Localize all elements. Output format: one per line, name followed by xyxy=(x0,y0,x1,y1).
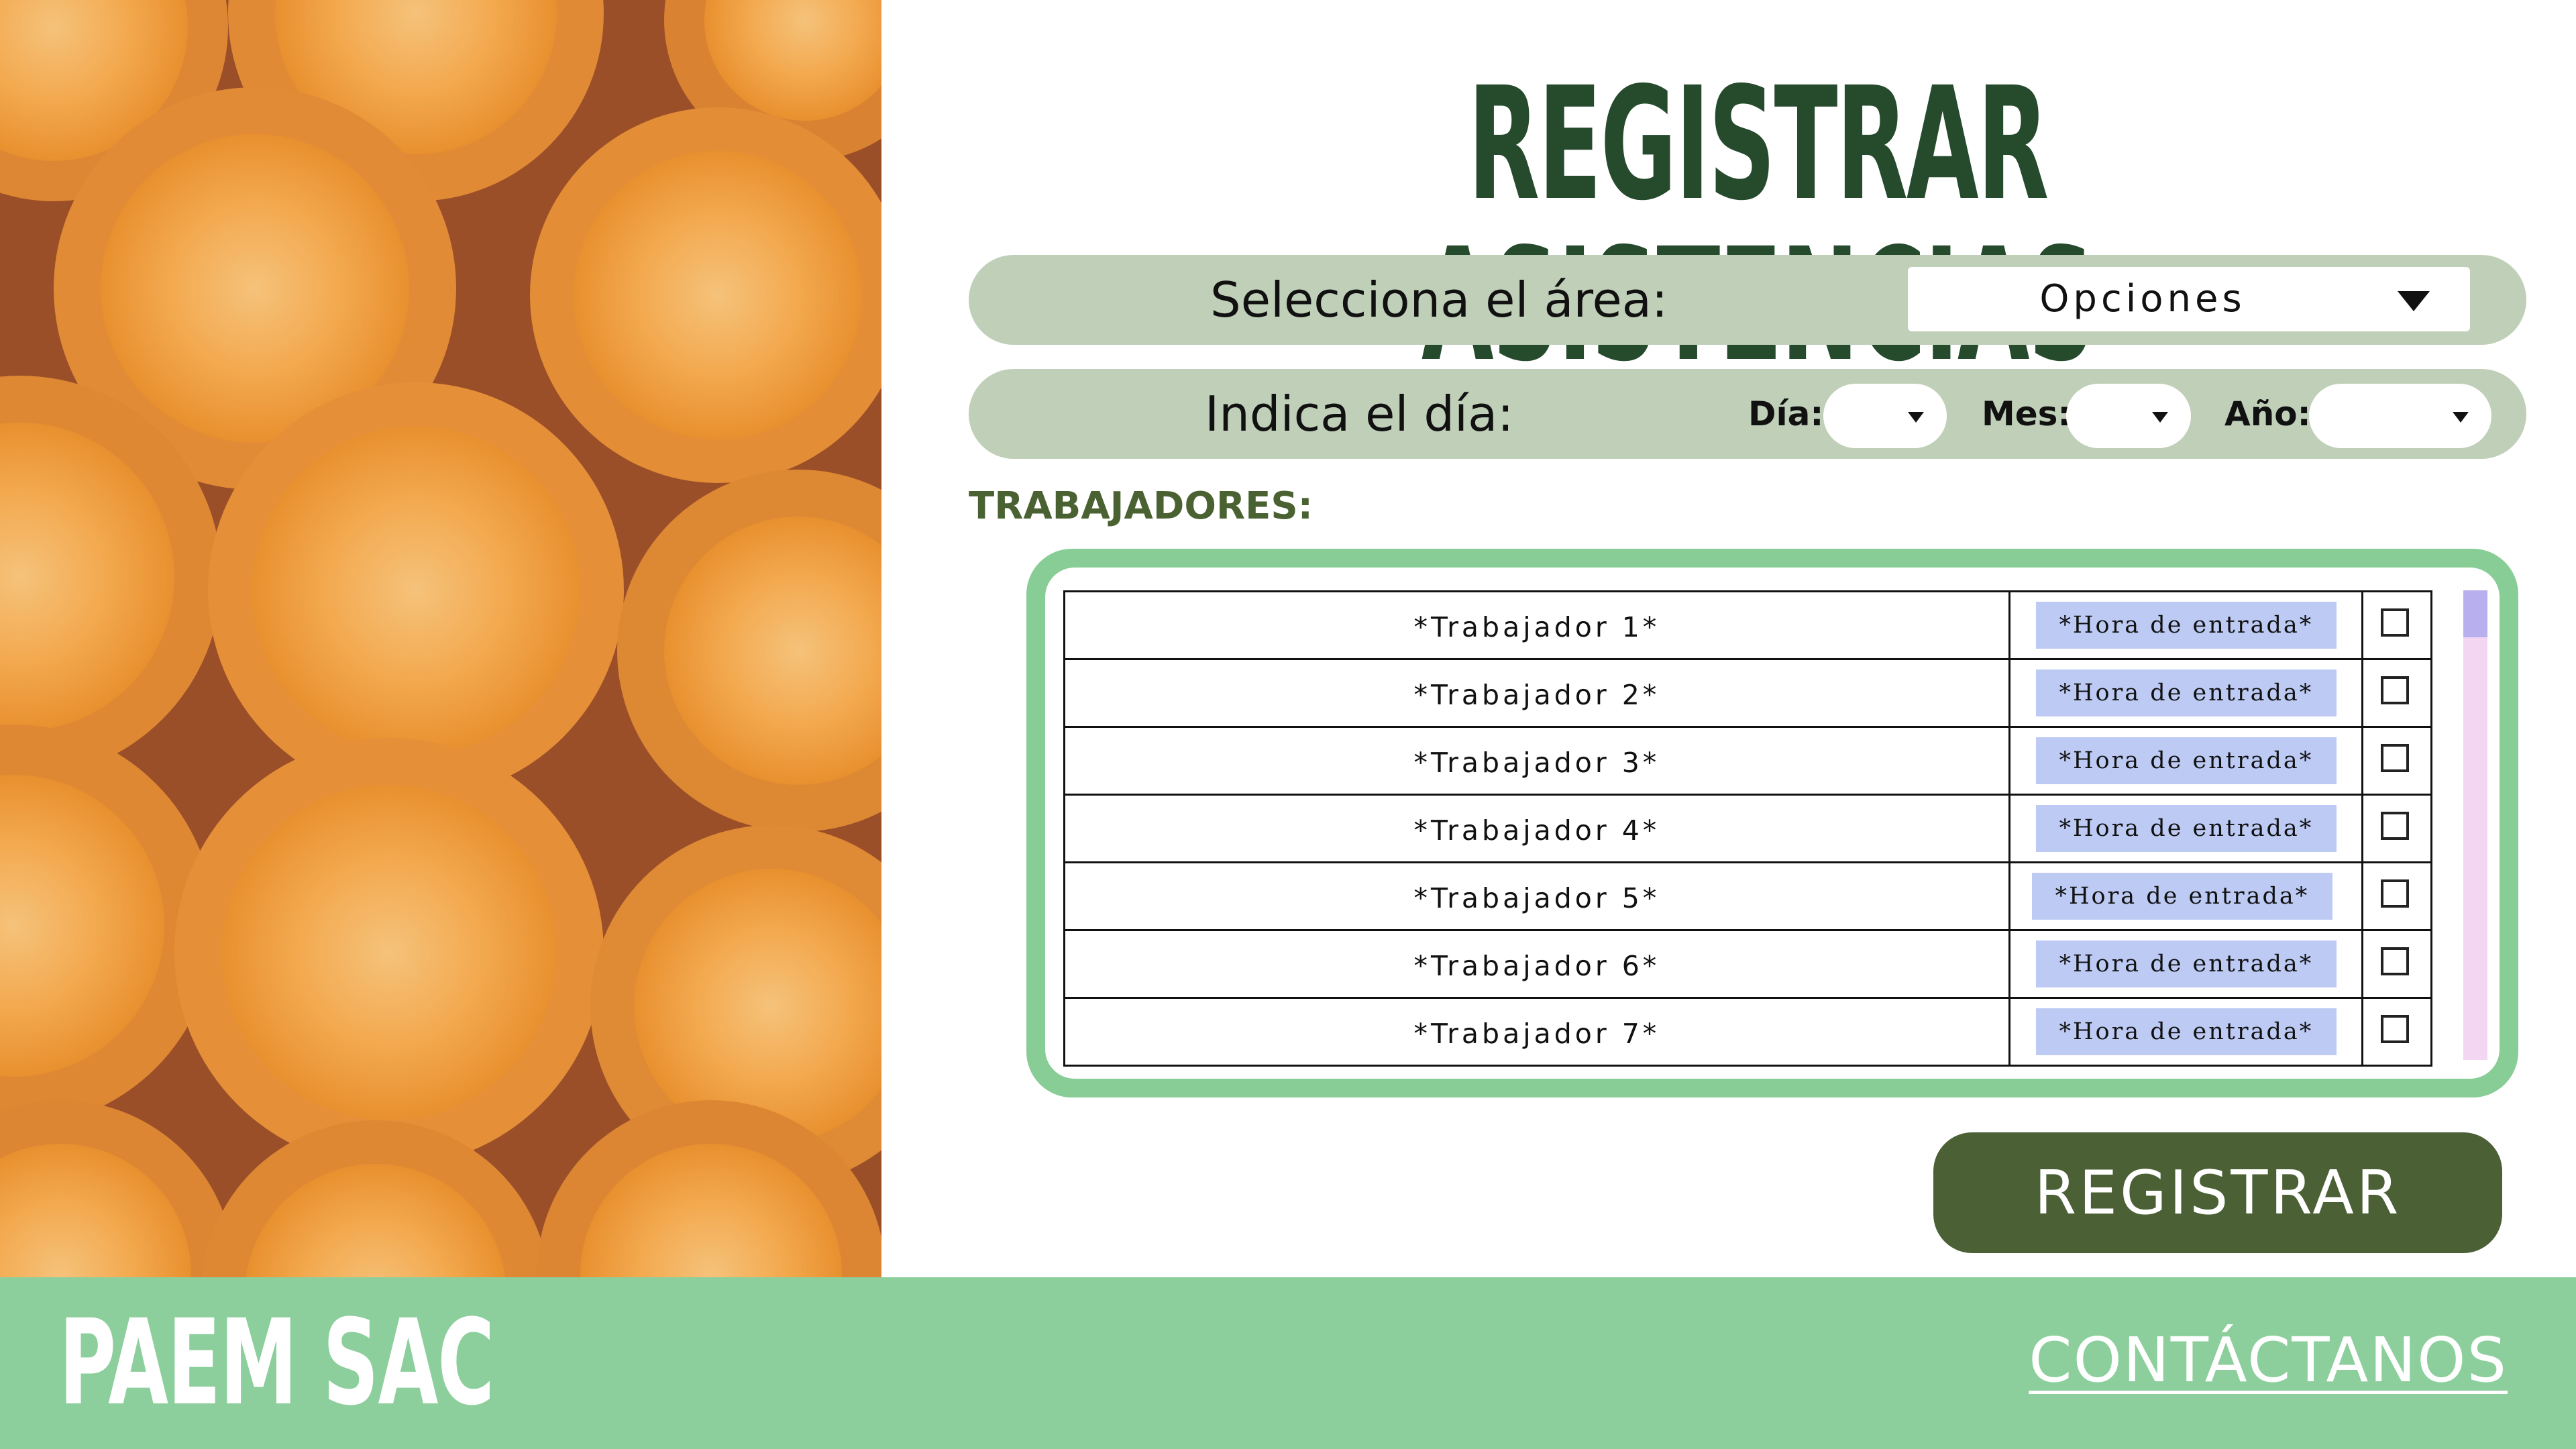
worker-name: *Trabajador 3* xyxy=(1413,747,1660,779)
attendance-check-cell xyxy=(2363,728,2430,794)
entry-time-cell: *Hora de entrada* xyxy=(2010,728,2364,794)
triangle-down-icon xyxy=(2152,412,2168,423)
worker-name-cell: *Trabajador 3* xyxy=(1065,728,2010,794)
entry-time-cell: *Hora de entrada* xyxy=(2010,592,2364,658)
worker-name-cell: *Trabajador 4* xyxy=(1065,796,2010,861)
checkbox-icon[interactable] xyxy=(2381,1015,2410,1043)
area-label: Selecciona el área: xyxy=(1210,272,1668,328)
entry-time-field[interactable]: *Hora de entrada* xyxy=(2035,737,2337,784)
worker-name: *Trabajador 7* xyxy=(1413,1018,1660,1050)
entry-time-cell: *Hora de entrada* xyxy=(2010,863,2364,929)
table-row: *Trabajador 5* *Hora de entrada* xyxy=(1065,863,2430,931)
table-row: *Trabajador 3* *Hora de entrada* xyxy=(1065,728,2430,796)
area-selector-bar: Selecciona el área: Opciones xyxy=(969,255,2526,345)
oranges-photo xyxy=(0,0,881,1277)
triangle-down-icon xyxy=(2453,412,2469,423)
workers-table: *Trabajador 1* *Hora de entrada* *Trabaj… xyxy=(1063,590,2432,1067)
entry-time-cell: *Hora de entrada* xyxy=(2010,999,2364,1065)
entry-time-field[interactable]: *Hora de entrada* xyxy=(2035,669,2337,716)
worker-name-cell: *Trabajador 2* xyxy=(1065,660,2010,726)
brand-logo-text: PAEM SAC xyxy=(59,1294,494,1432)
checkbox-icon[interactable] xyxy=(2381,947,2410,975)
attendance-check-cell xyxy=(2363,999,2430,1065)
entry-time-field[interactable]: *Hora de entrada* xyxy=(2035,602,2337,649)
table-row: *Trabajador 4* *Hora de entrada* xyxy=(1065,796,2430,863)
worker-name-cell: *Trabajador 6* xyxy=(1065,931,2010,997)
entry-time-field[interactable]: *Hora de entrada* xyxy=(2035,805,2337,852)
month-label: Mes: xyxy=(1982,394,2072,433)
checkbox-icon[interactable] xyxy=(2381,608,2410,637)
attendance-check-cell xyxy=(2363,660,2430,726)
date-selector-bar: Indica el día: Día: Mes: Año: xyxy=(969,369,2526,459)
contact-link[interactable]: CONTÁCTANOS xyxy=(2029,1324,2508,1396)
year-select[interactable] xyxy=(2309,384,2491,448)
table-row: *Trabajador 6* *Hora de entrada* xyxy=(1065,931,2430,999)
worker-name: *Trabajador 4* xyxy=(1413,814,1660,847)
entry-time-field[interactable]: *Hora de entrada* xyxy=(2035,941,2337,987)
attendance-check-cell xyxy=(2363,796,2430,861)
register-button[interactable]: REGISTRAR xyxy=(1933,1132,2502,1253)
worker-name: *Trabajador 1* xyxy=(1413,611,1660,643)
worker-name-cell: *Trabajador 5* xyxy=(1065,863,2010,929)
table-scrollbar[interactable] xyxy=(2463,590,2487,1060)
worker-name-cell: *Trabajador 7* xyxy=(1065,999,2010,1065)
attendance-check-cell xyxy=(2363,592,2430,658)
attendance-check-cell xyxy=(2363,931,2430,997)
entry-time-field[interactable]: *Hora de entrada* xyxy=(2035,1008,2337,1055)
attendance-check-cell xyxy=(2363,863,2430,929)
entry-time-cell: *Hora de entrada* xyxy=(2010,931,2364,997)
worker-name-cell: *Trabajador 1* xyxy=(1065,592,2010,658)
table-row: *Trabajador 7* *Hora de entrada* xyxy=(1065,999,2430,1067)
checkbox-icon[interactable] xyxy=(2381,812,2410,840)
checkbox-icon[interactable] xyxy=(2381,744,2410,772)
worker-name: *Trabajador 2* xyxy=(1413,679,1660,711)
scrollbar-thumb[interactable] xyxy=(2463,590,2487,637)
year-label: Año: xyxy=(2224,394,2311,433)
area-select-value: Opciones xyxy=(2039,277,2246,321)
entry-time-field[interactable]: *Hora de entrada* xyxy=(2031,873,2332,920)
worker-name: *Trabajador 6* xyxy=(1413,950,1660,982)
date-label: Indica el día: xyxy=(1205,386,1514,442)
workers-heading: TRABAJADORES: xyxy=(969,484,1313,528)
area-select[interactable]: Opciones xyxy=(1908,267,2470,331)
triangle-down-icon xyxy=(1908,412,1924,423)
triangle-down-icon xyxy=(2398,291,2430,311)
table-row: *Trabajador 1* *Hora de entrada* xyxy=(1065,592,2430,660)
day-label: Día: xyxy=(1748,394,1824,433)
checkbox-icon[interactable] xyxy=(2381,879,2410,908)
footer: PAEM SAC CONTÁCTANOS xyxy=(0,1277,2576,1449)
entry-time-cell: *Hora de entrada* xyxy=(2010,796,2364,861)
table-row: *Trabajador 2* *Hora de entrada* xyxy=(1065,660,2430,728)
entry-time-cell: *Hora de entrada* xyxy=(2010,660,2364,726)
day-select[interactable] xyxy=(1823,384,1947,448)
worker-name: *Trabajador 5* xyxy=(1413,882,1660,914)
month-select[interactable] xyxy=(2066,384,2191,448)
checkbox-icon[interactable] xyxy=(2381,676,2410,704)
